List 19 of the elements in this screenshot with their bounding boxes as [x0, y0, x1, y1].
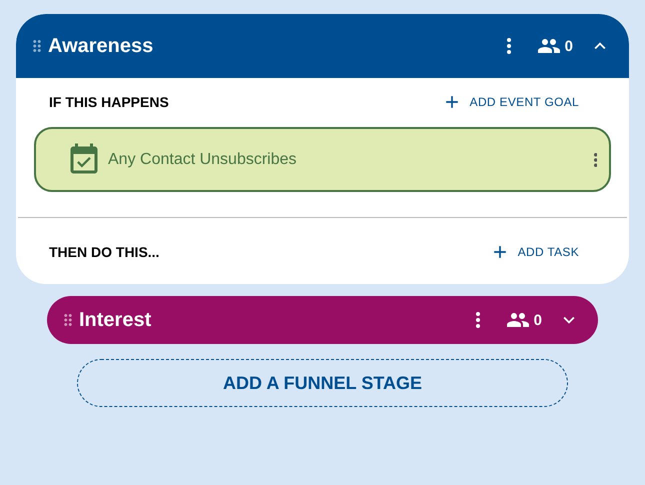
stage-title: Awareness [48, 34, 154, 58]
section-heading: IF THIS HAPPENS [49, 94, 169, 110]
add-button[interactable]: ADD EVENT GOAL [442, 92, 579, 112]
contact-count: 0 [564, 38, 573, 54]
add-funnel-stage-button[interactable]: ADD A FUNNEL STAGE [77, 359, 568, 407]
event-goal-card[interactable]: Any Contact Unsubscribes [34, 127, 611, 192]
add-button[interactable]: ADD TASK [490, 242, 579, 262]
more-icon [594, 152, 597, 166]
more-menu-button[interactable] [506, 38, 511, 54]
more-icon [476, 312, 480, 328]
stage-title: Interest [79, 308, 152, 332]
more-icon [506, 38, 511, 54]
stage-header[interactable]: Awareness 0 [16, 14, 629, 78]
section-heading: THEN DO THIS... [49, 244, 160, 260]
more-menu-button[interactable] [476, 312, 480, 328]
contact-count: 0 [534, 312, 542, 328]
stage-header[interactable]: Interest 0 [47, 296, 598, 344]
more-menu-button[interactable] [594, 152, 597, 166]
event-goal-label: Any Contact Unsubscribes [108, 150, 298, 168]
